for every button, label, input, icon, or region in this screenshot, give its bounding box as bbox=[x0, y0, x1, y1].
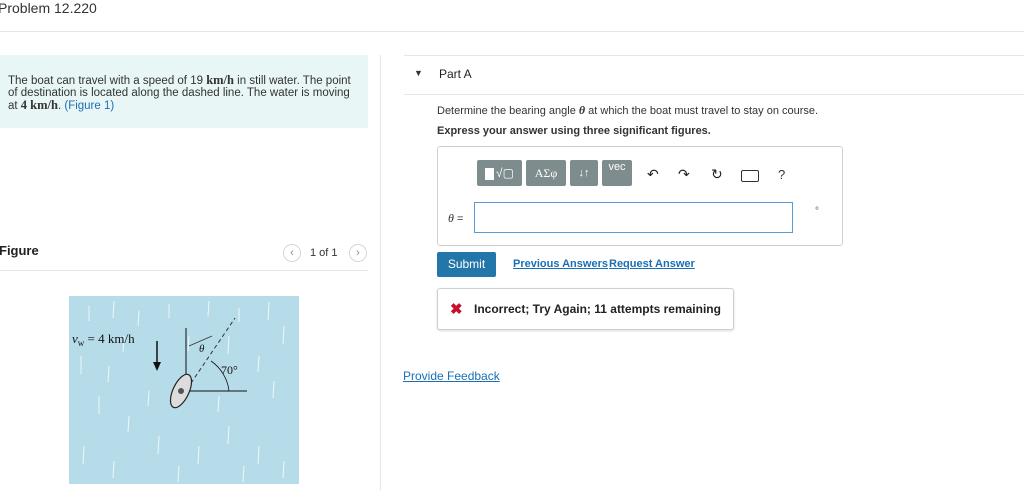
figure-image: vw = 4 km/h θ 70° bbox=[69, 296, 299, 484]
figure-link[interactable]: (Figure 1) bbox=[64, 100, 114, 112]
speed-unit: km/h bbox=[206, 73, 234, 87]
submit-button[interactable]: Submit bbox=[437, 252, 496, 277]
reset-icon[interactable]: ↻ bbox=[711, 166, 723, 183]
previous-answers-link[interactable]: Previous Answers bbox=[513, 258, 608, 270]
boat-center bbox=[178, 388, 184, 394]
header-divider bbox=[0, 31, 1024, 32]
figure-label: Figure bbox=[0, 243, 39, 258]
part-a-header[interactable] bbox=[404, 55, 1024, 95]
template-square-icon bbox=[485, 167, 495, 180]
answer-input[interactable] bbox=[474, 202, 793, 233]
degree-unit: ° bbox=[815, 206, 819, 217]
chevron-right-icon[interactable]: › bbox=[349, 244, 367, 262]
part-a-title[interactable]: Part A bbox=[439, 67, 472, 81]
problem-statement: The boat can travel with a speed of 19 k… bbox=[0, 55, 368, 128]
question-text: Determine the bearing angle θ at which t… bbox=[437, 103, 819, 117]
instruction-text: Express your answer using three signific… bbox=[437, 125, 711, 137]
answer-variable-label: θ = bbox=[448, 211, 464, 225]
templates-button[interactable]: √▢ bbox=[477, 160, 522, 186]
greek-symbols-button[interactable]: ΑΣφ bbox=[526, 160, 566, 186]
angle-label: 70° bbox=[221, 363, 238, 377]
theta-label: θ bbox=[199, 343, 205, 355]
water-speed: 4 km/h bbox=[20, 98, 58, 112]
feedback-status: Incorrect; Try Again; 11 attempts remain… bbox=[474, 302, 721, 316]
keyboard-icon[interactable] bbox=[741, 170, 759, 182]
caret-down-icon[interactable]: ▼ bbox=[414, 68, 423, 78]
problem-text-1: The boat can travel with a speed of 19 bbox=[8, 75, 207, 87]
panel-divider bbox=[380, 55, 381, 490]
provide-feedback-link[interactable]: Provide Feedback bbox=[403, 369, 500, 383]
chevron-left-icon[interactable]: ‹ bbox=[283, 244, 301, 262]
arrows-button[interactable]: ↓↑ bbox=[570, 160, 598, 186]
vector-button[interactable]: vec bbox=[602, 160, 632, 186]
redo-icon[interactable]: ↷ bbox=[678, 166, 690, 183]
help-icon[interactable]: ? bbox=[778, 167, 785, 182]
undo-icon[interactable]: ↶ bbox=[647, 166, 659, 183]
page-title: Problem 12.220 bbox=[0, 0, 97, 16]
figure-pager: 1 of 1 bbox=[310, 247, 338, 259]
figure-divider bbox=[0, 270, 368, 271]
request-answer-link[interactable]: Request Answer bbox=[609, 258, 695, 270]
incorrect-x-icon: ✖ bbox=[450, 301, 463, 318]
